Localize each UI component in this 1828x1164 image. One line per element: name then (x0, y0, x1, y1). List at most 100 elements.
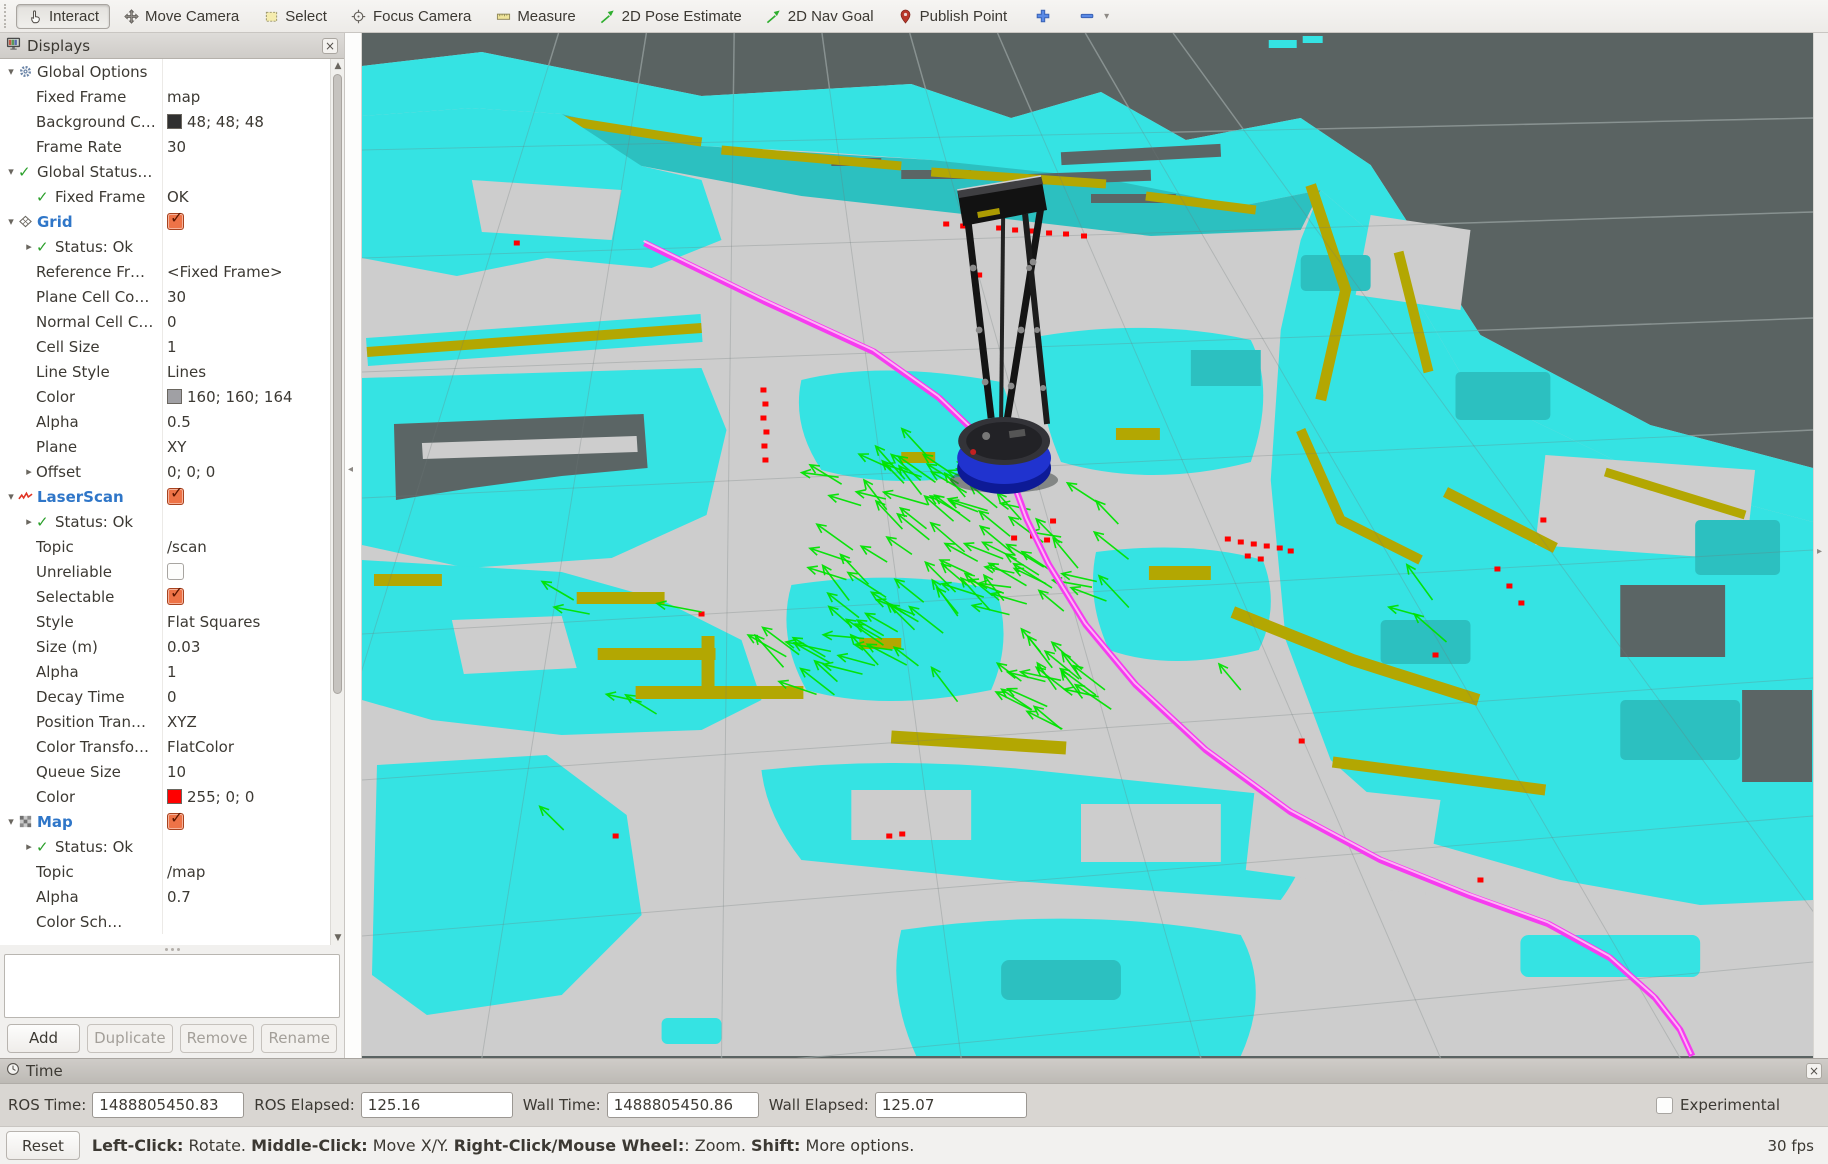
scroll-up-icon[interactable]: ▲ (331, 59, 344, 73)
expander-icon[interactable]: ▾ (4, 815, 18, 828)
rename-display-button[interactable]: Rename (261, 1024, 337, 1053)
ros-elapsed-input[interactable] (361, 1092, 513, 1118)
property-row-background-c[interactable]: Background C…48; 48; 48 (0, 109, 344, 134)
property-row-style[interactable]: StyleFlat Squares (0, 609, 344, 634)
expander-icon[interactable]: ▸ (22, 465, 36, 478)
displays-close-button[interactable]: × (322, 38, 338, 54)
property-value[interactable]: 30 (167, 138, 186, 156)
display-row-laserscan[interactable]: ▾LaserScan✓ (0, 484, 344, 509)
display-row-grid[interactable]: ▾Grid✓ (0, 209, 344, 234)
enable-checkbox[interactable]: ✓ (167, 813, 184, 830)
add-tool-button[interactable] (1030, 5, 1056, 27)
enable-checkbox[interactable]: ✓ (167, 488, 184, 505)
measure-tool-button[interactable]: Measure (484, 4, 586, 29)
property-row-position-tran[interactable]: Position Tran…XYZ (0, 709, 344, 734)
property-row-size-m[interactable]: Size (m)0.03 (0, 634, 344, 659)
wall-time-input[interactable] (607, 1092, 759, 1118)
property-row-global-status[interactable]: ▾✓Global Status… (0, 159, 344, 184)
property-value[interactable]: 0.7 (167, 888, 191, 906)
enable-checkbox[interactable]: ✓ (167, 213, 184, 230)
property-row-decay-time[interactable]: Decay Time0 (0, 684, 344, 709)
property-row-color-sch[interactable]: Color Sch… (0, 909, 344, 934)
property-row-alpha[interactable]: Alpha1 (0, 659, 344, 684)
property-value[interactable]: 10 (167, 763, 186, 781)
color-swatch[interactable] (167, 114, 182, 129)
select-tool-button[interactable]: Select (252, 4, 338, 29)
property-value[interactable]: Lines (167, 363, 206, 381)
expander-icon[interactable]: ▸ (22, 240, 36, 253)
property-value[interactable]: <Fixed Frame> (167, 263, 283, 281)
property-row-normal-cell-c[interactable]: Normal Cell C…0 (0, 309, 344, 334)
ros-time-input[interactable] (92, 1092, 244, 1118)
property-row-offset[interactable]: ▸Offset0; 0; 0 (0, 459, 344, 484)
property-row-frame-rate[interactable]: Frame Rate30 (0, 134, 344, 159)
property-row-fixed-frame[interactable]: Fixed Framemap (0, 84, 344, 109)
color-swatch[interactable] (167, 389, 182, 404)
property-row-color[interactable]: Color160; 160; 164 (0, 384, 344, 409)
tree-scrollbar[interactable]: ▲ ▼ (330, 59, 344, 945)
expander-icon[interactable]: ▾ (4, 65, 18, 78)
chevron-down-icon[interactable]: ▾ (1104, 11, 1109, 22)
property-value[interactable]: 1 (167, 663, 177, 681)
time-close-button[interactable]: × (1806, 1063, 1822, 1079)
pose-estimate-tool-button[interactable]: 2D Pose Estimate (589, 4, 753, 29)
scrollbar-thumb[interactable] (333, 74, 342, 694)
panel-splitter[interactable]: ◂ (345, 33, 362, 1058)
property-row-cell-size[interactable]: Cell Size1 (0, 334, 344, 359)
property-value[interactable]: FlatColor (167, 738, 234, 756)
property-value[interactable]: 0 (167, 313, 177, 331)
add-display-button[interactable]: Add (7, 1024, 80, 1053)
display-row-map[interactable]: ▾Map✓ (0, 809, 344, 834)
publish-point-tool-button[interactable]: Publish Point (887, 4, 1019, 29)
collapse-left-icon[interactable]: ◂ (348, 464, 353, 475)
property-row-line-style[interactable]: Line StyleLines (0, 359, 344, 384)
property-row-queue-size[interactable]: Queue Size10 (0, 759, 344, 784)
collapse-right-icon[interactable]: ▸ (1817, 546, 1822, 557)
property-value[interactable]: /scan (167, 538, 207, 556)
move-camera-tool-button[interactable]: Move Camera (112, 4, 250, 29)
property-value[interactable]: 0 (167, 688, 177, 706)
property-row-color[interactable]: Color255; 0; 0 (0, 784, 344, 809)
panel-splitter-handle[interactable] (0, 945, 344, 954)
expander-icon[interactable]: ▾ (4, 165, 18, 178)
enable-checkbox[interactable] (167, 563, 184, 580)
remove-display-button[interactable]: Remove (180, 1024, 255, 1053)
color-swatch[interactable] (167, 789, 182, 804)
property-value[interactable]: 0.5 (167, 413, 191, 431)
property-value[interactable]: 255; 0; 0 (187, 788, 254, 806)
property-value[interactable]: XYZ (167, 713, 197, 731)
property-row-status-ok[interactable]: ▸✓Status: Ok (0, 834, 344, 859)
enable-checkbox[interactable]: ✓ (167, 588, 184, 605)
property-value[interactable]: XY (167, 438, 186, 456)
property-row-alpha[interactable]: Alpha0.7 (0, 884, 344, 909)
property-value[interactable]: /map (167, 863, 205, 881)
expander-icon[interactable]: ▸ (22, 840, 36, 853)
duplicate-display-button[interactable]: Duplicate (87, 1024, 172, 1053)
property-value[interactable]: 160; 160; 164 (187, 388, 293, 406)
property-value[interactable]: map (167, 88, 200, 106)
interact-tool-button[interactable]: Interact (16, 4, 110, 29)
property-row-selectable[interactable]: Selectable✓ (0, 584, 344, 609)
time-panel-title[interactable]: Time × (0, 1058, 1828, 1084)
property-row-fixed-frame[interactable]: ✓Fixed FrameOK (0, 184, 344, 209)
property-row-status-ok[interactable]: ▸✓Status: Ok (0, 234, 344, 259)
property-value[interactable]: 48; 48; 48 (187, 113, 264, 131)
displays-panel-title[interactable]: Displays × (0, 33, 344, 59)
property-value[interactable]: 1 (167, 338, 177, 356)
property-value[interactable]: OK (167, 188, 189, 206)
3d-viewport[interactable] (362, 33, 1813, 1058)
expander-icon[interactable]: ▸ (22, 515, 36, 528)
property-row-topic[interactable]: Topic/scan (0, 534, 344, 559)
property-value[interactable]: 30 (167, 288, 186, 306)
remove-tool-button[interactable]: ▾ (1074, 5, 1114, 27)
expander-icon[interactable]: ▾ (4, 215, 18, 228)
wall-elapsed-input[interactable] (875, 1092, 1027, 1118)
nav-goal-tool-button[interactable]: 2D Nav Goal (755, 4, 885, 29)
property-row-global-options[interactable]: ▾Global Options (0, 59, 344, 84)
scroll-down-icon[interactable]: ▼ (331, 931, 344, 945)
expander-icon[interactable]: ▾ (4, 490, 18, 503)
reset-button[interactable]: Reset (6, 1131, 80, 1160)
experimental-checkbox[interactable] (1656, 1097, 1673, 1114)
focus-camera-tool-button[interactable]: Focus Camera (340, 4, 482, 29)
toolbar-grip[interactable] (4, 4, 10, 28)
